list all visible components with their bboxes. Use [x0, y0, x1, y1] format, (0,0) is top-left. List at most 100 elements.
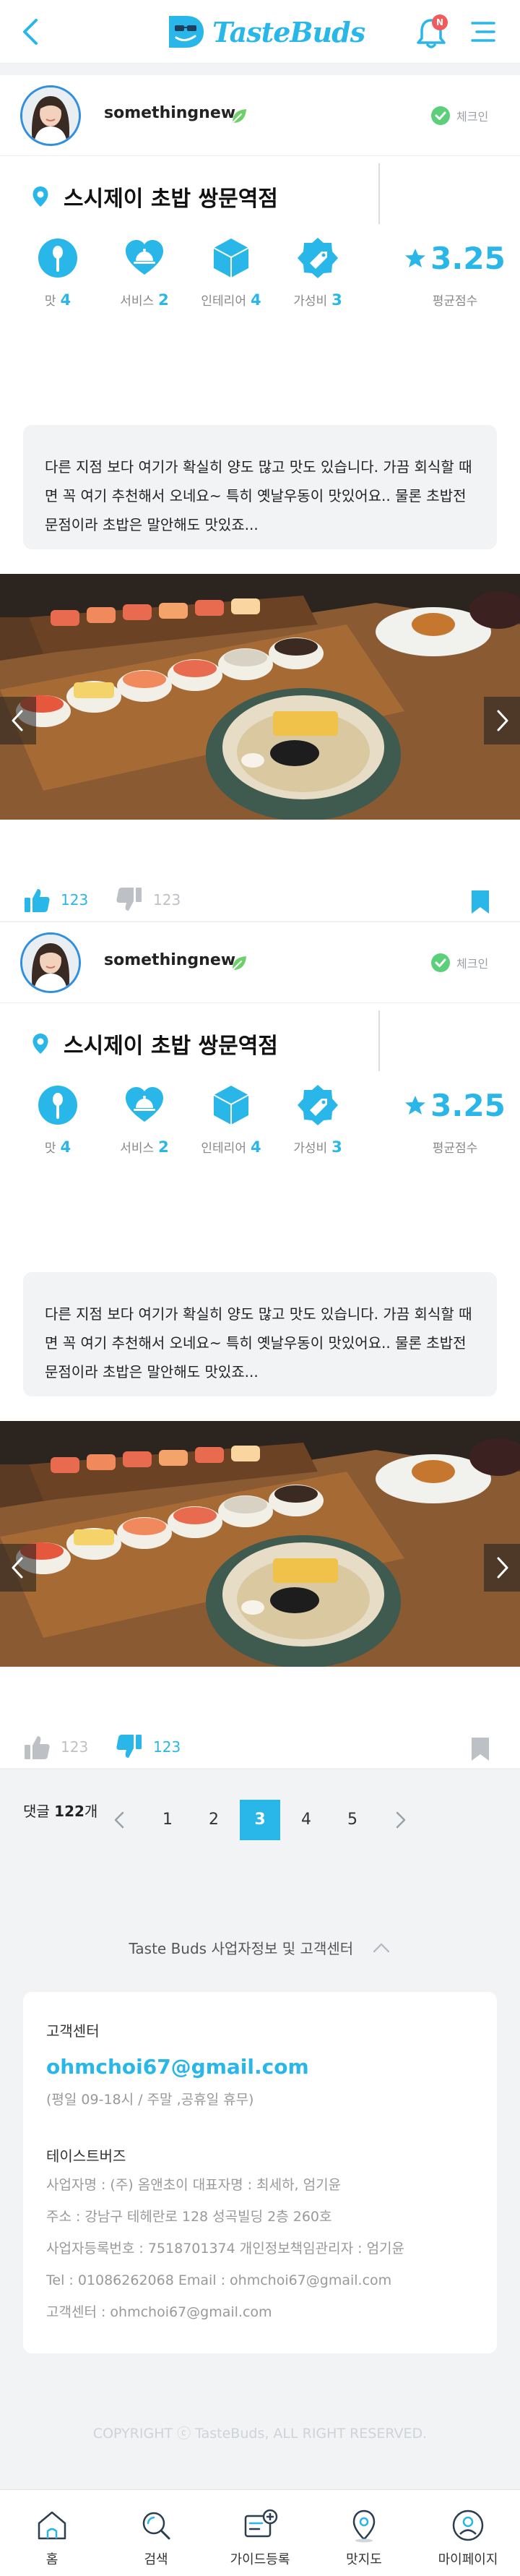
- like-button[interactable]: 123: [23, 1733, 88, 1761]
- thumbs-up-icon: [25, 889, 50, 912]
- review-photo-carousel[interactable]: [0, 1421, 520, 1667]
- heart-cloche-icon: [126, 1087, 163, 1122]
- menu-button[interactable]: [468, 19, 497, 45]
- rating-score: 3: [332, 1138, 342, 1156]
- thumbs-down-icon: [116, 888, 142, 911]
- brand-logo[interactable]: TasteBuds: [165, 12, 365, 52]
- app-header: TasteBuds N: [0, 0, 520, 64]
- rating-score: 2: [158, 291, 169, 309]
- divider: [378, 163, 380, 224]
- bottom-nav: 홈 검색 가이드등록 맛지도 마이페이지: [0, 2489, 520, 2576]
- company-info-line: 주소 : 강남구 테헤란로 128 성곡빌딩 2층 260호: [46, 2209, 332, 2225]
- nav-label: 가이드등록: [230, 2552, 290, 2567]
- rating-summary: 맛4 서비스 2 인테리어 4 가성비 3 3.25 평균점수: [0, 237, 520, 331]
- average-label: 평균점수: [432, 294, 478, 309]
- rating-score: 4: [250, 1138, 261, 1156]
- leaf-icon: [233, 109, 246, 123]
- business-info-label: Taste Buds 사업자정보 및 고객센터: [129, 1940, 354, 1957]
- rating-value: 가성비 3: [274, 1084, 361, 1178]
- page-1[interactable]: 1: [147, 1800, 188, 1840]
- price-tag-icon: [298, 1085, 338, 1125]
- guide-register-icon: [244, 2509, 278, 2538]
- nav-home[interactable]: 홈: [0, 2490, 104, 2576]
- next-page-icon[interactable]: [389, 1808, 412, 1832]
- rating-label: 서비스: [120, 294, 155, 309]
- page-4[interactable]: 4: [286, 1800, 326, 1840]
- like-button[interactable]: 123: [23, 886, 88, 914]
- nav-search[interactable]: 검색: [104, 2490, 208, 2576]
- star-icon: [405, 249, 426, 267]
- photo-next-button[interactable]: [484, 697, 520, 744]
- bookmark-icon[interactable]: [469, 1736, 491, 1762]
- average-value: 3.25: [430, 1087, 506, 1123]
- like-count: 123: [61, 1738, 89, 1756]
- business-info-toggle[interactable]: Taste Buds 사업자정보 및 고객센터: [0, 1937, 520, 1958]
- hamburger-menu-icon: [471, 22, 495, 42]
- home-icon: [38, 2511, 66, 2540]
- bookmark-icon[interactable]: [469, 889, 491, 915]
- photo-next-button[interactable]: [484, 1544, 520, 1592]
- place-name: 스시제이 초밥 쌍문역점: [64, 1034, 278, 1059]
- star-icon: [405, 1096, 426, 1115]
- dislike-button[interactable]: 123: [116, 886, 181, 914]
- notification-badge: N: [432, 14, 448, 30]
- review-text[interactable]: 다른 지점 보다 여기가 확실히 양도 많고 맛도 있습니다. 가끔 회식할 때…: [23, 1272, 497, 1396]
- page-3-current[interactable]: 3: [240, 1800, 280, 1840]
- average-score: 3.25 평균점수: [404, 237, 506, 309]
- dislike-count: 123: [153, 891, 181, 909]
- dislike-count: 123: [153, 1738, 181, 1756]
- username[interactable]: somethingnew: [104, 104, 235, 122]
- review-card: somethingnew 체크인 스시제이 초밥 쌍문역점 맛4 서비스 2 인…: [0, 922, 520, 1820]
- profile-icon: [452, 2510, 484, 2541]
- spoon-icon: [38, 239, 77, 278]
- customer-center-email[interactable]: ohmchoi67@gmail.com: [46, 2055, 474, 2079]
- review-photo-carousel[interactable]: [0, 574, 520, 820]
- place-title[interactable]: 스시제이 초밥 쌍문역점: [32, 1028, 278, 1060]
- review-text[interactable]: 다른 지점 보다 여기가 확실히 양도 많고 맛도 있습니다. 가끔 회식할 때…: [23, 425, 497, 549]
- chevron-right-icon: [497, 1557, 508, 1579]
- rating-value: 가성비 3: [274, 237, 361, 331]
- rating-label: 서비스: [120, 1141, 155, 1156]
- back-button[interactable]: [16, 16, 45, 48]
- review-actions: 123 123: [0, 1712, 520, 1769]
- checkin-status: 체크인: [430, 953, 488, 973]
- logo-mascot-icon: [169, 16, 204, 48]
- nav-my-page[interactable]: 마이페이지: [416, 2490, 520, 2576]
- chevron-left-icon: [12, 1557, 23, 1579]
- rating-interior: 인테리어 4: [188, 237, 274, 331]
- photo-prev-button[interactable]: [0, 1544, 36, 1592]
- rating-service: 서비스 2: [101, 1084, 188, 1178]
- dislike-button[interactable]: 123: [116, 1733, 181, 1761]
- nav-label: 홈: [46, 2552, 58, 2567]
- rating-taste: 맛4: [14, 237, 101, 331]
- username[interactable]: somethingnew: [104, 951, 235, 969]
- page-5[interactable]: 5: [332, 1800, 373, 1840]
- search-icon: [142, 2512, 170, 2540]
- rating-label: 인테리어: [201, 294, 246, 309]
- checkin-label: 체크인: [456, 957, 489, 971]
- place-title[interactable]: 스시제이 초밥 쌍문역점: [32, 181, 278, 212]
- thumbs-up-icon: [25, 1736, 50, 1759]
- check-circle-icon: [431, 953, 450, 972]
- avatar[interactable]: [20, 932, 81, 993]
- heart-cloche-icon: [126, 240, 163, 275]
- nav-guide-register[interactable]: 가이드등록: [208, 2490, 312, 2576]
- avatar[interactable]: [20, 85, 81, 146]
- check-circle-icon: [431, 106, 450, 125]
- page-2[interactable]: 2: [194, 1800, 234, 1840]
- price-tag-icon: [298, 238, 338, 278]
- rating-score: 4: [60, 291, 72, 309]
- customer-center-title: 고객센터: [46, 2022, 100, 2040]
- rating-service: 서비스 2: [101, 237, 188, 331]
- nav-taste-map[interactable]: 맛지도: [312, 2490, 416, 2576]
- notification-button[interactable]: N: [413, 14, 449, 51]
- avatar-image: [22, 87, 79, 144]
- spoon-icon: [38, 1086, 77, 1125]
- photo-prev-button[interactable]: [0, 697, 36, 744]
- prev-page-icon[interactable]: [108, 1808, 131, 1832]
- like-count: 123: [61, 891, 89, 909]
- copyright: COPYRIGHT ⓒ TasteBuds, ALL RIGHT RESERVE…: [92, 2426, 428, 2442]
- company-info-line: 사업자등록번호 : 7518701374 개인정보책임관리자 : 엄기윤: [46, 2241, 405, 2257]
- rating-score: 4: [60, 1138, 72, 1156]
- company-info-line: Tel : 01086262068 Email : ohmchoi67@gmai…: [46, 2272, 392, 2288]
